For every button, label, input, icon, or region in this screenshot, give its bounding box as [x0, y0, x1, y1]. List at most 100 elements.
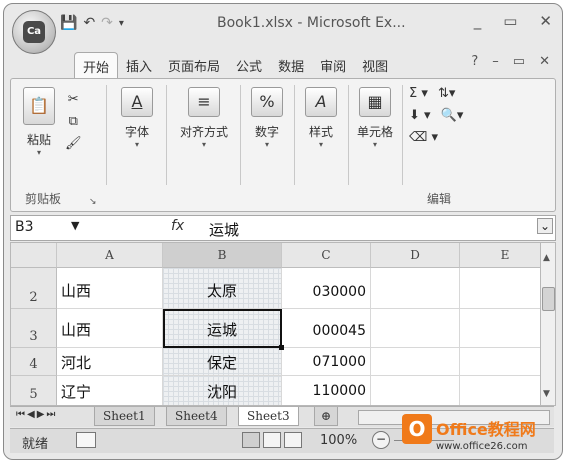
scroll-thumb[interactable] [542, 287, 555, 311]
office-logo-icon: Ca [23, 21, 45, 43]
paste-icon: 📋 [23, 87, 55, 125]
cell-e2[interactable] [460, 268, 541, 309]
editing-row-1: Σ ▾ ⇅▾ [409, 83, 489, 105]
cell-b5[interactable]: 沈阳 [163, 376, 282, 405]
sheet-tab-active[interactable]: Sheet3 [238, 407, 299, 426]
normal-view-icon[interactable] [242, 432, 260, 448]
paste-dropdown-icon[interactable]: ▾ [17, 148, 61, 157]
column-header[interactable]: B [163, 243, 282, 268]
cell-b4[interactable]: 保定 [163, 348, 282, 376]
excel-window: Ca 💾 ↶ ↷ ▾ Book1.xlsx - Microsoft Ex... … [3, 3, 563, 460]
font-button[interactable]: A 字体 ▾ [115, 83, 159, 149]
cell-a3[interactable]: 山西 [57, 309, 163, 348]
sheet-tab[interactable]: Sheet1 [94, 407, 155, 426]
cut-icon[interactable]: ✂ [65, 89, 82, 111]
paste-button[interactable]: 📋 粘贴 ▾ [17, 83, 61, 157]
active-cell-b3[interactable]: 运城 [163, 309, 282, 348]
tab-page-layout[interactable]: 页面布局 [160, 52, 228, 80]
cell-d2[interactable] [371, 268, 460, 309]
column-header[interactable]: A [57, 243, 163, 268]
office-watermark-logo-icon: O [402, 414, 432, 444]
cell-e3[interactable] [460, 309, 541, 348]
cell-d4[interactable] [371, 348, 460, 376]
cell-d3[interactable] [371, 309, 460, 348]
cell-d5[interactable] [371, 376, 460, 405]
cell-c2[interactable]: 030000 [282, 268, 371, 309]
column-header[interactable]: E [460, 243, 541, 268]
tab-review[interactable]: 审阅 [312, 52, 354, 80]
page-layout-view-icon[interactable] [263, 432, 281, 448]
worksheet-grid: A B C D E 2 山西 太原 030000 3 山西 运城 000045 … [10, 242, 542, 406]
alignment-button[interactable]: ≡ 对齐方式 ▾ [171, 83, 237, 149]
tab-data[interactable]: 数据 [270, 52, 312, 80]
cell-a5[interactable]: 辽宁 [57, 376, 163, 405]
undo-icon[interactable]: ↶ [83, 15, 95, 31]
ribbon-minimize-icon[interactable]: – [492, 54, 499, 69]
clipboard-launcher-icon[interactable]: ↘ [89, 197, 97, 207]
sheet-tab[interactable]: Sheet4 [166, 407, 227, 426]
scroll-down-icon[interactable]: ▼ [543, 389, 550, 399]
cell-c4[interactable]: 071000 [282, 348, 371, 376]
scroll-up-icon[interactable]: ▲ [543, 253, 550, 263]
select-all-corner[interactable] [11, 243, 57, 268]
ribbon-close-icon[interactable]: ✕ [539, 54, 550, 69]
format-painter-icon[interactable]: 🖌 [65, 133, 82, 155]
close-button[interactable]: ✕ [539, 12, 552, 30]
column-header[interactable]: D [371, 243, 460, 268]
column-header[interactable]: C [282, 243, 371, 268]
restore-button[interactable]: ▭ [503, 12, 517, 30]
cell-c5[interactable]: 110000 [282, 376, 371, 405]
ribbon-restore-icon[interactable]: ▭ [513, 54, 525, 69]
zoom-level[interactable]: 100% [320, 433, 357, 448]
minimize-button[interactable]: _ [474, 12, 482, 30]
formula-input[interactable]: 运城 [209, 219, 239, 240]
number-button[interactable]: % 数字 ▾ [245, 83, 289, 149]
cell-b2[interactable]: 太原 [163, 268, 282, 309]
copy-icon[interactable]: ⧉ [65, 111, 82, 133]
fill-handle[interactable] [279, 345, 284, 350]
macro-record-icon[interactable] [76, 432, 96, 448]
cell-c3[interactable]: 000045 [282, 309, 371, 348]
cells-button[interactable]: ▦ 单元格 ▾ [349, 83, 401, 149]
ribbon: 📋 粘贴 ▾ ✂ ⧉ 🖌 剪贴板 ↘ A 字体 ▾ ≡ 对齐方式 ▾ % 数字 … [10, 78, 556, 212]
tab-home[interactable]: 开始 [74, 52, 119, 80]
page-break-view-icon[interactable] [284, 432, 302, 448]
insert-sheet-icon[interactable]: ⊕ [314, 407, 339, 426]
status-ready-text: 就绪 [22, 437, 49, 452]
tab-insert[interactable]: 插入 [118, 52, 160, 80]
styles-dropdown-icon: ▾ [318, 140, 323, 149]
insert-function-icon[interactable]: fx [171, 218, 184, 234]
autosum-icon[interactable]: Σ ▾ [409, 86, 428, 101]
styles-label: 样式 [308, 125, 333, 139]
cell-a4[interactable]: 河北 [57, 348, 163, 376]
redo-icon[interactable]: ↷ [101, 15, 113, 31]
styles-button[interactable]: A 样式 ▾ [299, 83, 343, 149]
find-select-icon[interactable]: 🔍▾ [441, 108, 464, 123]
cells-icon: ▦ [359, 87, 391, 117]
clear-icon[interactable]: ⌫ ▾ [409, 127, 489, 149]
tab-view[interactable]: 视图 [354, 52, 396, 80]
office-button[interactable]: Ca [12, 10, 56, 54]
sort-filter-icon[interactable]: ⇅▾ [438, 86, 455, 101]
ribbon-tabs: 开始 插入 页面布局 公式 数据 审阅 视图 [74, 52, 396, 80]
help-icon[interactable]: ? [471, 54, 478, 69]
cell-e5[interactable] [460, 376, 541, 405]
row-header[interactable]: 2 [11, 268, 57, 309]
row-header[interactable]: 5 [11, 376, 57, 405]
vertical-scrollbar[interactable]: ▲ ▼ [540, 242, 556, 406]
name-box-dropdown-icon[interactable]: ▼ [71, 219, 79, 232]
customize-qat-icon[interactable]: ▾ [119, 18, 124, 29]
row-header[interactable]: 3 [11, 309, 57, 348]
font-label: 字体 [124, 125, 149, 139]
cell-a2[interactable]: 山西 [57, 268, 163, 309]
save-icon[interactable]: 💾 [60, 15, 77, 31]
expand-formula-bar-icon[interactable]: ⌄ [536, 218, 553, 234]
tab-formulas[interactable]: 公式 [228, 52, 270, 80]
fill-icon[interactable]: ⬇ ▾ [409, 108, 431, 123]
row-header[interactable]: 4 [11, 348, 57, 376]
sheet-navigation-icons[interactable]: ⏮◀▶⏭ [16, 409, 57, 420]
cells-dropdown-icon: ▾ [372, 140, 377, 149]
zoom-out-icon[interactable]: − [372, 431, 390, 449]
name-box[interactable]: B3 [15, 219, 34, 235]
cell-e4[interactable] [460, 348, 541, 376]
